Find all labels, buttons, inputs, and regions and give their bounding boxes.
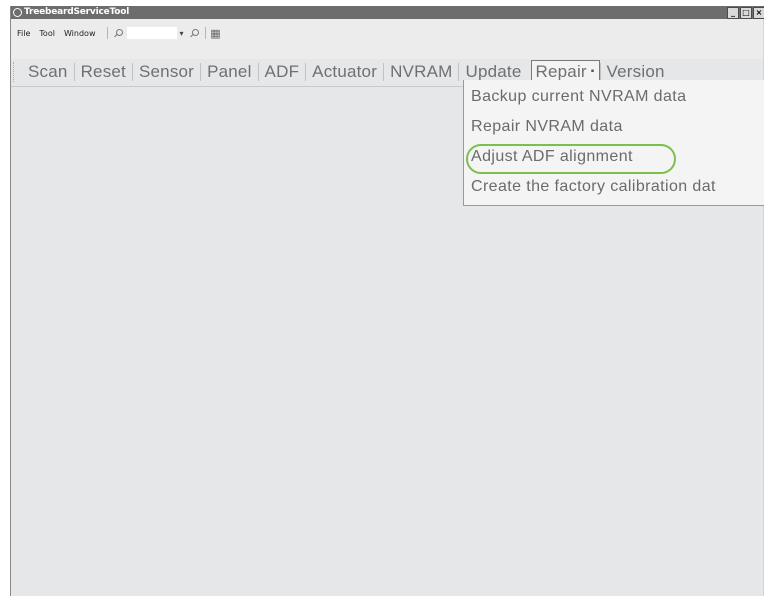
menu-item-repair-nvram[interactable]: Repair NVRAM data (471, 118, 623, 136)
chevron-down-icon[interactable]: ▾ (179, 29, 183, 38)
menu-file[interactable]: File (17, 29, 30, 38)
highlight-ring (466, 144, 676, 174)
maximize-button[interactable]: □ (740, 7, 752, 19)
window-controls: _ □ × (727, 7, 764, 19)
tab-version[interactable]: Version (601, 62, 671, 82)
search-icon[interactable] (111, 27, 125, 40)
tab-reset[interactable]: Reset (75, 62, 132, 82)
zoom-in-icon[interactable] (188, 27, 202, 40)
minimize-button[interactable]: _ (727, 7, 739, 19)
zoom-input[interactable] (127, 27, 178, 39)
menu-item-adjust-adf-alignment[interactable]: Adjust ADF alignment (466, 144, 676, 174)
window-title: TreebeardServiceTool (24, 7, 130, 17)
menu-bar: File Tool Window ▾ ▦ (11, 19, 764, 59)
menu-row: File Tool Window ▾ ▦ (17, 26, 223, 40)
tab-panel[interactable]: Panel (201, 62, 257, 82)
menu-item-create-factory-calibration[interactable]: Create the factory calibration dat (471, 178, 716, 196)
toolbar-grip[interactable] (13, 62, 22, 82)
toolbar-separator (107, 27, 109, 39)
tab-update[interactable]: Update (459, 62, 527, 82)
app-icon (13, 8, 22, 17)
fit-icon[interactable]: ▦ (209, 27, 223, 40)
tab-sensor[interactable]: Sensor (133, 62, 200, 82)
repair-dropdown-menu: Backup current NVRAM data Repair NVRAM d… (463, 80, 764, 206)
tab-nvram[interactable]: NVRAM (384, 62, 458, 82)
menu-window[interactable]: Window (64, 29, 96, 38)
tab-actuator[interactable]: Actuator (306, 62, 383, 82)
menu-item-backup-nvram[interactable]: Backup current NVRAM data (471, 88, 686, 106)
toolbar-separator (204, 27, 206, 39)
tab-adf[interactable]: ADF (259, 62, 306, 82)
tab-scan[interactable]: Scan (22, 62, 74, 82)
close-button[interactable]: × (753, 7, 764, 19)
title-bar[interactable]: TreebeardServiceTool _ □ × (11, 6, 764, 19)
menu-tool[interactable]: Tool (39, 29, 55, 38)
